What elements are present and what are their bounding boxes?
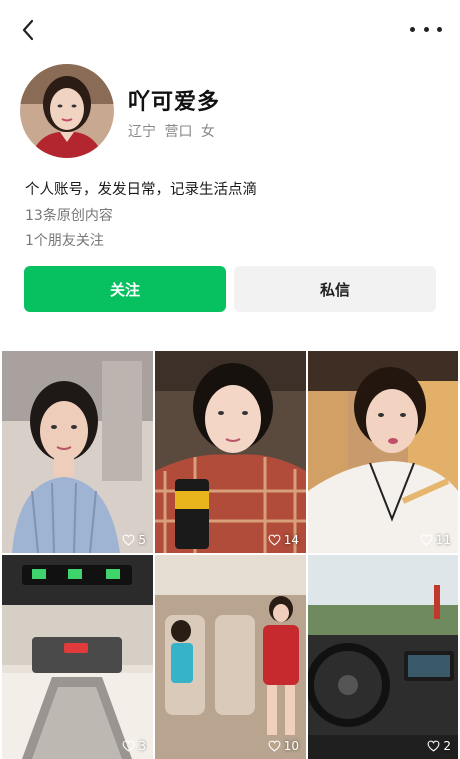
heart-icon — [427, 740, 440, 752]
like-count: 2 — [427, 739, 451, 753]
post-grid: 5 14 11 3 10 2 — [0, 351, 460, 759]
avatar[interactable] — [20, 64, 114, 158]
like-count: 10 — [268, 739, 299, 753]
like-count: 11 — [420, 533, 451, 547]
post-thumbnail[interactable]: 10 — [155, 555, 306, 759]
location-province: 辽宁 — [128, 124, 156, 140]
heart-icon — [268, 534, 281, 546]
follow-button[interactable]: 关注 — [24, 266, 226, 312]
posts-count: 13条原创内容 — [25, 208, 113, 224]
like-count: 14 — [268, 533, 299, 547]
more-dots-icon — [410, 26, 415, 32]
like-count: 5 — [122, 533, 146, 547]
post-thumbnail[interactable]: 5 — [2, 351, 153, 553]
heart-icon — [122, 740, 135, 752]
post-thumbnail[interactable]: 2 — [308, 555, 458, 759]
top-bar — [0, 0, 460, 60]
profile-bio: 个人账号，发发日常，记录生活点滴 — [25, 182, 257, 198]
location-city: 营口 — [164, 124, 193, 140]
heart-icon — [122, 534, 135, 546]
profile-gender: 女 — [200, 124, 215, 140]
post-thumbnail[interactable]: 11 — [308, 351, 458, 553]
back-button[interactable] — [14, 14, 42, 46]
profile-location: 辽宁 营口 女 — [128, 121, 219, 141]
message-button[interactable]: 私信 — [234, 266, 436, 312]
friends-follow-count[interactable]: 1个朋友关注 — [25, 230, 104, 250]
heart-icon — [268, 740, 281, 752]
like-count: 3 — [122, 739, 146, 753]
post-thumbnail[interactable]: 14 — [155, 351, 306, 553]
post-thumbnail[interactable]: 3 — [2, 555, 153, 759]
more-button[interactable] — [410, 18, 442, 40]
chevron-left-icon — [22, 19, 34, 41]
heart-icon — [420, 534, 433, 546]
profile-name: 吖可爱多 — [128, 90, 221, 115]
